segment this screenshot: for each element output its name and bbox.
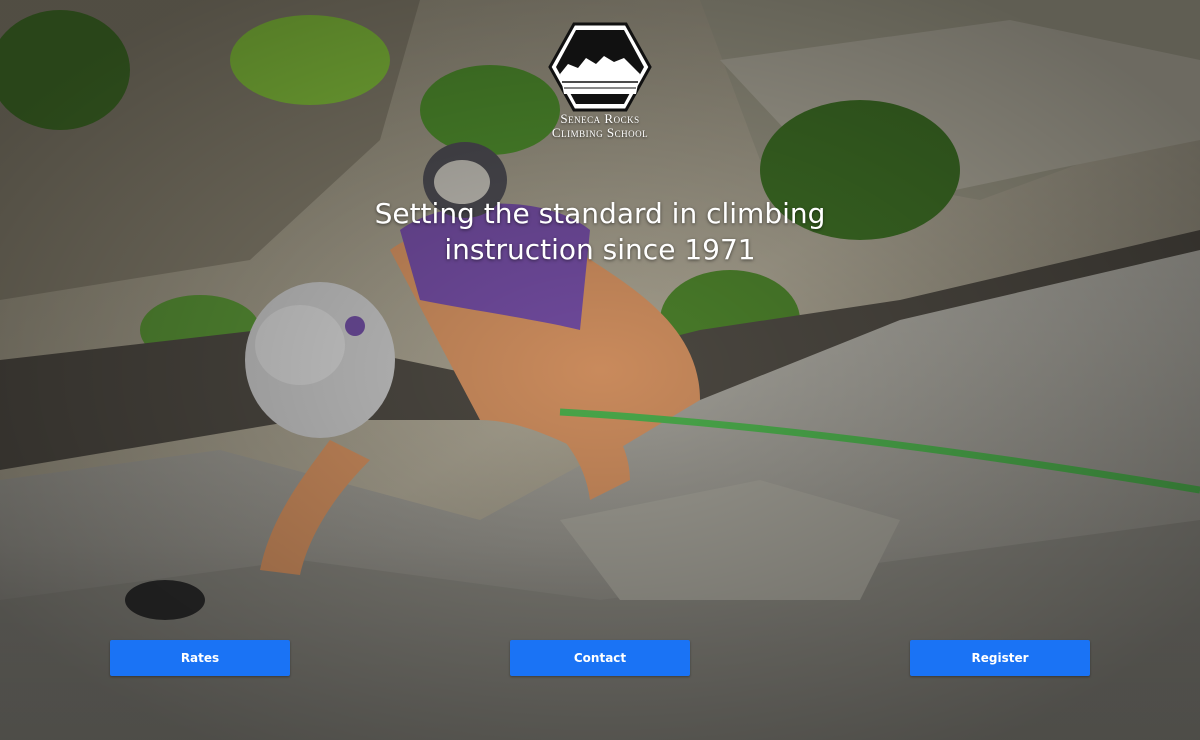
tagline-line2: instruction since 1971 bbox=[444, 233, 756, 266]
mountain-hexagon-icon bbox=[548, 22, 652, 112]
hero-section: Seneca Rocks Climbing School Setting the… bbox=[0, 0, 1200, 740]
hero-tagline: Setting the standard in climbing instruc… bbox=[300, 196, 900, 268]
logo-text-line1: Seneca Rocks bbox=[560, 111, 640, 126]
tagline-line1: Setting the standard in climbing bbox=[374, 197, 826, 230]
school-logo[interactable]: Seneca Rocks Climbing School bbox=[540, 22, 660, 140]
contact-button[interactable]: Contact bbox=[510, 640, 690, 676]
rates-button[interactable]: Rates bbox=[110, 640, 290, 676]
logo-text-line2: Climbing School bbox=[551, 125, 649, 140]
register-button[interactable]: Register bbox=[910, 640, 1090, 676]
